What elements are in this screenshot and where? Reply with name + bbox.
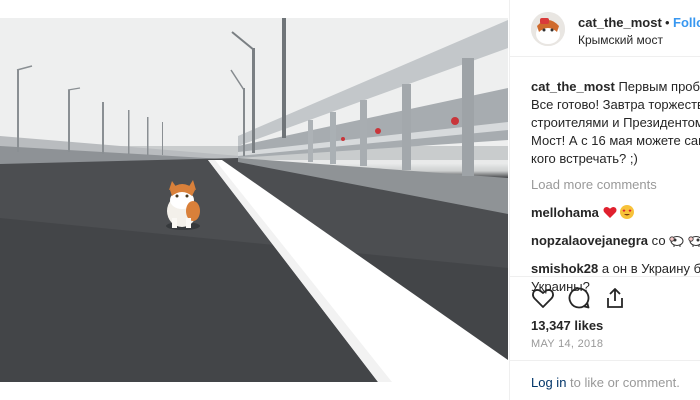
list-item: mellohama	[531, 204, 700, 224]
share-icon[interactable]	[603, 286, 627, 310]
comment-bubble-icon[interactable]	[567, 286, 591, 310]
follow-button[interactable]: Follow	[673, 15, 700, 30]
post-date[interactable]: MAY 14, 2018	[531, 338, 603, 350]
avatar-image-icon	[531, 12, 565, 46]
login-prompt: Log in to like or comment.	[510, 360, 700, 400]
avatar[interactable]	[531, 12, 565, 46]
login-link[interactable]: Log in	[531, 375, 566, 390]
caption-line-5: кого встречать? ;)	[531, 151, 638, 166]
comment-text-line-1: а он в Украину бе	[601, 261, 700, 276]
comment-text: со	[651, 233, 666, 248]
separator-dot: •	[665, 15, 670, 30]
cow-emoji-icon	[688, 234, 700, 252]
post-photo[interactable]	[0, 18, 508, 382]
heart-icon[interactable]	[531, 286, 555, 310]
comment-username[interactable]: mellohama	[531, 205, 599, 220]
caption-line-2: Все готово! Завтра торжестве	[531, 97, 700, 112]
heart-eyes-emoji-icon	[620, 205, 635, 224]
post-header: cat_the_most • Follow Крымский мост	[510, 0, 700, 57]
photo-scene	[0, 18, 508, 382]
login-text: Log in to like or comment.	[531, 375, 680, 390]
list-item: nopzalaovejanegra со	[531, 232, 700, 252]
login-rest-text: to like or comment.	[566, 375, 680, 390]
likes-count[interactable]: 13,347 likes	[531, 318, 603, 333]
comment-username[interactable]: nopzalaovejanegra	[531, 233, 648, 248]
load-more-comments-button[interactable]: Load more comments	[531, 176, 700, 194]
red-heart-icon	[603, 206, 617, 224]
post-sidebar: cat_the_most • Follow Крымский мост cat_…	[509, 0, 700, 400]
comments-list: cat_the_most Первым пробег Все готово! З…	[531, 78, 700, 304]
location-link[interactable]: Крымский мост	[578, 33, 663, 47]
caption-line-1: Первым пробег	[618, 79, 700, 94]
cow-emoji-icon	[669, 234, 684, 252]
caption-line-3: строителями и Президентом	[531, 115, 700, 130]
caption: cat_the_most Первым пробег Все готово! З…	[531, 78, 700, 168]
comment-username[interactable]: smishok28	[531, 261, 598, 276]
header-username[interactable]: cat_the_most	[578, 15, 662, 30]
caption-username[interactable]: cat_the_most	[531, 79, 615, 94]
caption-line-4: Мост! А с 16 мая можете сам	[531, 133, 700, 148]
